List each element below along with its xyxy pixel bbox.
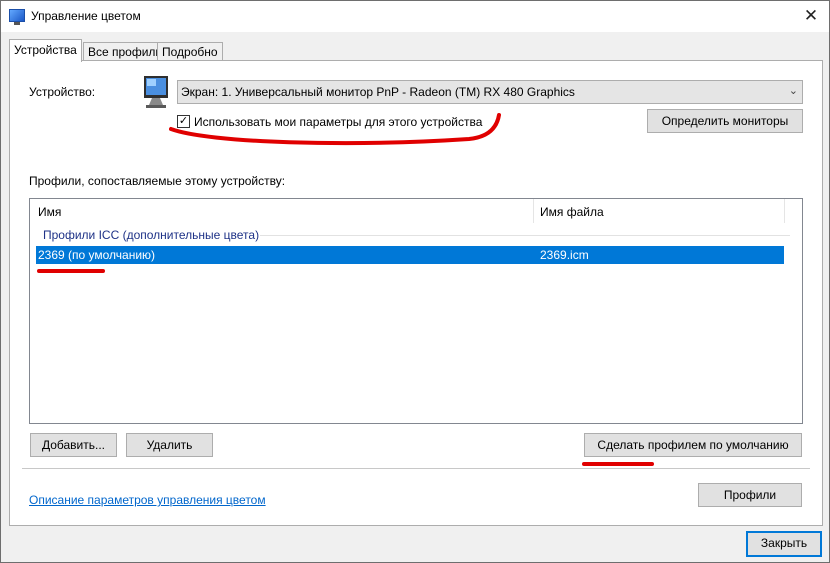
monitor-icon <box>144 76 168 108</box>
column-header-name[interactable]: Имя <box>38 205 61 219</box>
title-bar[interactable]: Управление цветом ✕ <box>1 1 829 32</box>
help-link[interactable]: Описание параметров управления цветом <box>29 493 266 507</box>
profiles-group-icc: Профили ICC (дополнительные цвета) <box>43 228 260 242</box>
tab-all-profiles[interactable]: Все профили <box>83 42 168 61</box>
panel-divider <box>22 468 810 469</box>
chevron-down-icon[interactable]: ⌄ <box>789 84 798 97</box>
close-button[interactable]: Закрыть <box>746 531 822 557</box>
device-label: Устройство: <box>29 85 96 99</box>
column-header-file-name[interactable]: Имя файла <box>540 205 604 219</box>
window-title: Управление цветом <box>31 9 141 23</box>
annotation-underline-checkbox <box>169 113 501 146</box>
column-divider[interactable] <box>533 199 534 223</box>
profile-file-cell: 2369.icm <box>540 248 589 262</box>
group-separator-line <box>260 235 790 236</box>
profiles-section-label: Профили, сопоставляемые этому устройству… <box>29 174 286 188</box>
column-divider[interactable] <box>784 199 785 223</box>
device-select-value: Экран: 1. Универсальный монитор PnP - Ra… <box>181 85 575 99</box>
annotation-underline-default <box>582 462 654 466</box>
device-select[interactable]: Экран: 1. Универсальный монитор PnP - Ra… <box>177 80 803 104</box>
close-icon[interactable]: ✕ <box>799 5 823 27</box>
identify-monitors-button[interactable]: Определить мониторы <box>647 109 803 133</box>
add-profile-button[interactable]: Добавить... <box>30 433 117 457</box>
tab-devices[interactable]: Устройства <box>9 39 82 62</box>
color-management-app-icon <box>9 9 25 25</box>
color-management-window: Управление цветом ✕ Устройства Все профи… <box>0 0 830 563</box>
set-default-profile-button[interactable]: Сделать профилем по умолчанию <box>584 433 802 457</box>
profiles-list[interactable]: Имя Имя файла Профили ICC (дополнительны… <box>29 198 803 424</box>
profiles-button[interactable]: Профили <box>698 483 802 507</box>
remove-profile-button[interactable]: Удалить <box>126 433 213 457</box>
profiles-list-header: Имя Имя файла <box>30 199 802 223</box>
tab-advanced[interactable]: Подробно <box>157 42 223 61</box>
profile-name-cell: 2369 (по умолчанию) <box>38 248 156 262</box>
table-row[interactable]: 2369 (по умолчанию) 2369.icm <box>36 246 784 264</box>
annotation-underline-profile <box>37 269 105 273</box>
